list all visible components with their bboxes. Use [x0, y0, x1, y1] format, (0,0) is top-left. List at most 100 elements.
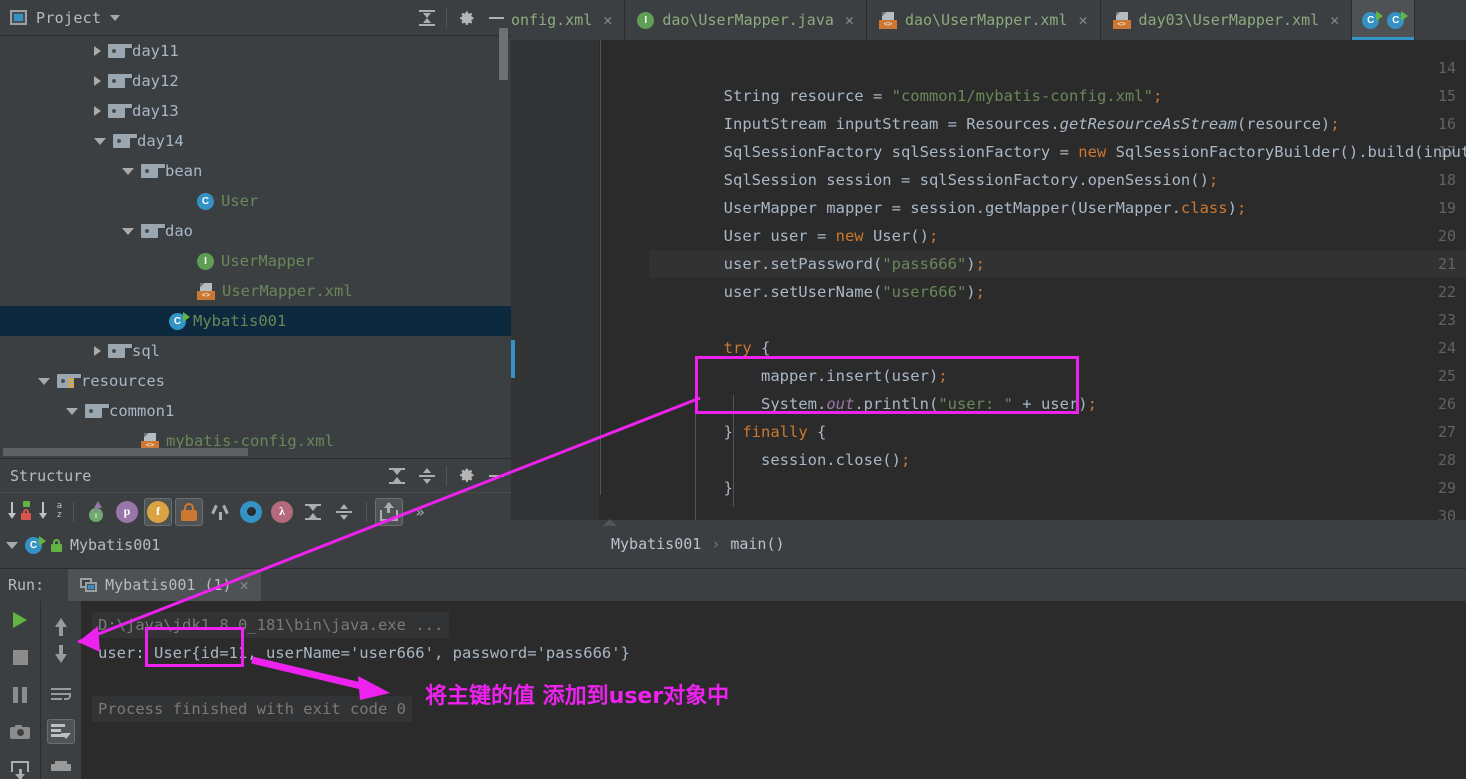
project-tree-item-common1[interactable]: common1 — [0, 396, 511, 426]
structure-root-twisty[interactable] — [6, 541, 18, 549]
close-icon[interactable]: ✕ — [240, 576, 249, 594]
line-number: 23 — [1437, 311, 1456, 329]
project-tree-item-label: resources — [81, 372, 165, 390]
tree-twisty-open[interactable] — [94, 137, 106, 145]
editor-tab-day03-usermapper-xml[interactable]: <> day03\UserMapper.xml ✕ — [1100, 0, 1353, 40]
code-token: user.setPassword( — [649, 255, 883, 273]
project-tree-item-day12[interactable]: day12 — [0, 66, 511, 96]
editor-breadcrumb[interactable]: Mybatis001 › main() — [511, 519, 1466, 568]
project-tree-item-user[interactable]: C User — [0, 186, 511, 216]
show-properties-button[interactable]: p — [113, 498, 141, 526]
code-line-16[interactable]: InputStream inputStream = Resources.getR… — [649, 110, 1340, 138]
chevron-down-icon[interactable] — [110, 14, 121, 21]
close-icon[interactable]: ✕ — [603, 11, 612, 29]
toolbar-overflow-button[interactable]: » — [406, 498, 434, 526]
project-window-icon — [10, 10, 27, 25]
show-lambdas-button[interactable]: λ — [268, 498, 296, 526]
structure-hide-button[interactable] — [481, 461, 511, 491]
project-tree-item-resources[interactable]: resources — [0, 366, 511, 396]
tree-twisty-closed[interactable] — [94, 106, 101, 116]
show-non-public-button[interactable] — [175, 497, 203, 526]
show-interfaces-button[interactable] — [237, 498, 265, 526]
code-line-28[interactable]: session.close(); — [649, 446, 910, 474]
tree-twisty-closed[interactable] — [94, 46, 101, 56]
code-line-22[interactable]: user.setUserName("user666"); — [649, 278, 985, 306]
sort-alphabetically-button[interactable]: az — [37, 498, 65, 526]
run-configuration-tab[interactable]: Mybatis001 (1) ✕ — [68, 569, 261, 601]
code-token: ; — [975, 283, 985, 301]
project-tree-item-day11[interactable]: day11 — [0, 36, 511, 66]
structure-tree[interactable]: C Mybatis001 — [0, 530, 511, 560]
editor-tab-dao-usermapper-java[interactable]: Idao\UserMapper.java ✕ — [625, 0, 867, 40]
collapse-all-button[interactable] — [412, 3, 442, 33]
up-stack-trace-button[interactable] — [47, 610, 75, 636]
down-stack-trace-button[interactable] — [47, 645, 75, 670]
structure-expand-all-icon-button[interactable] — [299, 498, 327, 526]
stop-button[interactable] — [6, 648, 34, 668]
project-horizontal-scrollbar[interactable] — [3, 448, 248, 456]
print-button[interactable] — [47, 756, 75, 779]
code-line-17[interactable]: SqlSessionFactory sqlSessionFactory = ne… — [649, 138, 1466, 166]
sort-by-visibility-button[interactable] — [6, 498, 34, 526]
code-line-15[interactable]: String resource = "common1/mybatis-confi… — [649, 82, 1163, 110]
project-tree-item-mybatis001[interactable]: C Mybatis001 — [0, 306, 511, 336]
scroll-to-end-button[interactable] — [47, 719, 75, 744]
run-tool-window: Run: Mybatis001 (1) ✕ D:\java\jdk1.8.0_1… — [0, 568, 1466, 779]
code-editor[interactable]: 14 15 String resource = "common1/mybatis-… — [511, 40, 1466, 520]
structure-collapse-all-icon-button[interactable] — [330, 498, 358, 526]
code-token: ) — [966, 255, 976, 273]
close-icon[interactable]: ✕ — [1330, 11, 1339, 29]
structure-expand-all-button[interactable] — [382, 461, 412, 491]
export-output-button[interactable] — [6, 760, 34, 779]
breadcrumb-method[interactable]: main() — [730, 535, 784, 553]
soft-wrap-button[interactable] — [47, 683, 75, 707]
editor-tab-dao-usermapper-xml[interactable]: <> dao\UserMapper.xml ✕ — [866, 0, 1101, 40]
pause-output-button[interactable] — [6, 685, 34, 705]
project-vertical-scrollbar[interactable] — [499, 28, 508, 80]
tree-twisty-closed[interactable] — [94, 346, 101, 356]
editor-tab-onfig-xml[interactable]: onfig.xml ✕ — [511, 0, 626, 40]
tree-twisty-open[interactable] — [66, 407, 78, 415]
project-tree-item-sql[interactable]: sql — [0, 336, 511, 366]
project-tree-item-day13[interactable]: day13 — [0, 96, 511, 126]
tree-twisty-closed[interactable] — [94, 76, 101, 86]
lock-icon — [179, 502, 199, 522]
breadcrumb-class[interactable]: Mybatis001 — [611, 535, 701, 553]
project-tree-item-bean[interactable]: bean — [0, 156, 511, 186]
editor-tab-active[interactable]: CC — [1352, 0, 1416, 40]
project-tree-item-dao[interactable]: dao — [0, 216, 511, 246]
code-token: new — [835, 227, 864, 245]
tree-twisty-open[interactable] — [122, 227, 134, 235]
project-tree-item-label: day11 — [132, 42, 179, 60]
code-token: ; — [1208, 171, 1219, 189]
show-inherited-button[interactable]: I — [82, 498, 110, 526]
project-tree-item-day14[interactable]: day14 — [0, 126, 511, 156]
close-icon[interactable]: ✕ — [1079, 11, 1088, 29]
project-tree-item-usermapper-xml[interactable]: <> UserMapper.xml — [0, 276, 511, 306]
structure-settings-button[interactable] — [451, 461, 481, 491]
project-file-tree[interactable]: day11 day12 day13 day14 bean C User dao I UserMap… — [0, 36, 511, 458]
tree-twisty-open[interactable] — [122, 167, 134, 175]
code-token: SqlSessionFactory sqlSessionFactory = — [649, 143, 1079, 161]
code-token: ; — [1087, 395, 1097, 413]
rerun-button[interactable] — [6, 610, 34, 630]
screenshot-button[interactable] — [6, 723, 34, 743]
structure-collapse-all-button[interactable] — [412, 461, 442, 491]
code-line-18[interactable]: SqlSession session = sqlSessionFactory.o… — [649, 166, 1219, 194]
code-line-19[interactable]: UserMapper mapper = session.getMapper(Us… — [649, 194, 1247, 222]
code-token: "common1/mybatis-config.xml" — [891, 87, 1153, 105]
tree-twisty-open[interactable] — [38, 377, 50, 385]
show-anonymous-classes-button[interactable] — [206, 498, 234, 526]
code-line-29[interactable]: } — [649, 474, 733, 502]
console-output[interactable]: D:\java\jdk1.8.0_181\bin\java.exe ... use… — [82, 601, 1466, 779]
print-icon — [51, 760, 71, 775]
close-icon[interactable]: ✕ — [845, 11, 854, 29]
editor-gutter[interactable] — [511, 40, 599, 520]
project-settings-button[interactable] — [451, 3, 481, 33]
code-line-27[interactable]: } finally { — [649, 418, 827, 446]
code-line-20[interactable]: User user = new User(); — [649, 222, 939, 250]
show-fields-button[interactable]: f — [144, 497, 172, 526]
project-tree-item-usermapper[interactable]: I UserMapper — [0, 246, 511, 276]
code-line-21[interactable]: user.setPassword("pass666"); — [649, 250, 985, 278]
autoscroll-to-source-button[interactable] — [375, 497, 403, 526]
